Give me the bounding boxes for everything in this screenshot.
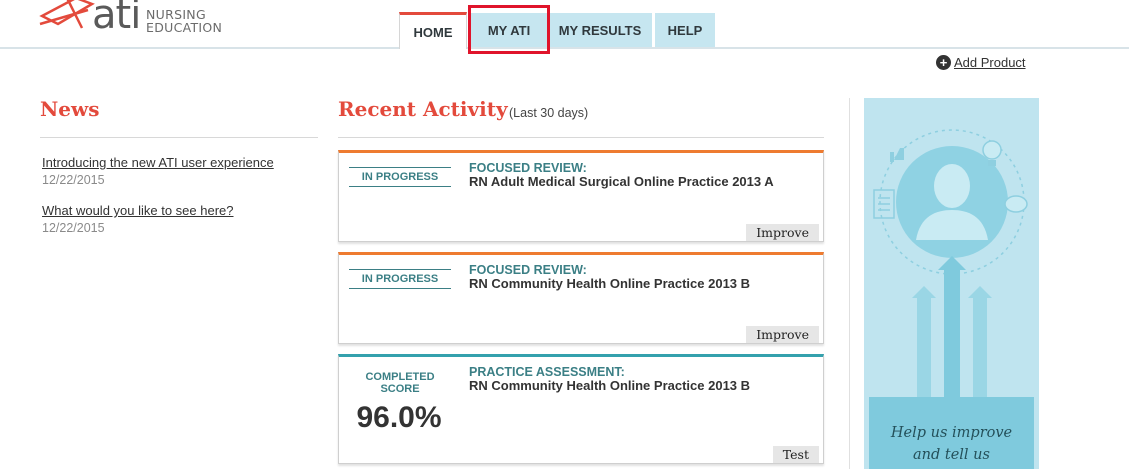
- column-divider: [849, 98, 850, 469]
- tab-home[interactable]: HOME: [399, 12, 467, 49]
- promo-line1: Help us improve: [890, 425, 1013, 441]
- activity-name: RN Adult Medical Surgical Online Practic…: [469, 174, 774, 189]
- feedback-promo[interactable]: Help us improve and tell us: [864, 98, 1039, 469]
- logo-subtitle: NURSING EDUCATION: [146, 8, 222, 34]
- recent-activity-divider: [338, 137, 824, 138]
- promo-line2: and tell us: [913, 447, 990, 463]
- logo-sub-line2: EDUCATION: [146, 20, 223, 35]
- activity-name: RN Community Health Online Practice 2013…: [469, 276, 751, 291]
- news-title: News: [40, 97, 100, 121]
- completed-score-label: COMPLETED SCORE: [349, 371, 451, 395]
- tab-highlight-box: [468, 5, 550, 54]
- news-item: What would you like to see here? 12/22/2…: [42, 203, 234, 235]
- news-date: 12/22/2015: [42, 173, 105, 187]
- activity-type: PRACTICE ASSESSMENT:: [469, 365, 625, 379]
- logo-text: ati: [92, 0, 141, 38]
- activity-card: IN PROGRESS FOCUSED REVIEW: RN Adult Med…: [338, 150, 824, 242]
- add-product-label: Add Product: [954, 55, 1026, 70]
- add-product-link[interactable]: + Add Product: [936, 55, 1026, 70]
- improve-button[interactable]: Improve: [746, 326, 819, 343]
- promo-text: Help us improve and tell us: [864, 422, 1039, 466]
- recent-activity-subtitle: (Last 30 days): [509, 106, 589, 120]
- news-item: Introducing the new ATI user experience …: [42, 155, 274, 187]
- test-button[interactable]: Test: [772, 446, 819, 463]
- status-badge: IN PROGRESS: [349, 269, 451, 289]
- header-divider: [0, 47, 1129, 49]
- activity-name: RN Community Health Online Practice 2013…: [469, 378, 751, 393]
- activity-card: IN PROGRESS FOCUSED REVIEW: RN Community…: [338, 252, 824, 344]
- recent-activity-title: Recent Activity: [338, 97, 508, 121]
- news-link[interactable]: Introducing the new ATI user experience: [42, 155, 274, 170]
- activity-card: COMPLETED SCORE 96.0% PRACTICE ASSESSMEN…: [338, 354, 824, 464]
- activity-type: FOCUSED REVIEW:: [469, 263, 587, 277]
- news-date: 12/22/2015: [42, 221, 105, 235]
- news-divider: [40, 137, 318, 138]
- score-label: SCORE: [380, 383, 420, 395]
- score-value: 96.0%: [356, 401, 442, 434]
- tab-help[interactable]: HELP: [655, 13, 715, 47]
- news-link[interactable]: What would you like to see here?: [42, 203, 234, 218]
- status-badge: IN PROGRESS: [349, 167, 451, 187]
- improve-button[interactable]: Improve: [746, 224, 819, 241]
- activity-type: FOCUSED REVIEW:: [469, 161, 587, 175]
- plus-circle-icon: +: [936, 55, 951, 70]
- tab-my-results[interactable]: MY RESULTS: [548, 13, 652, 47]
- completed-label: COMPLETED: [365, 371, 435, 383]
